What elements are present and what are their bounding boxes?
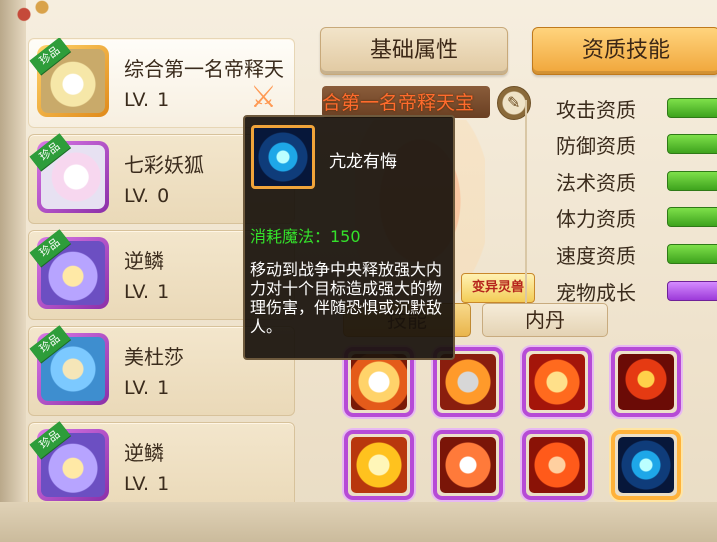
attribute-bar <box>667 281 717 301</box>
attribute-label: 攻击资质 <box>556 98 636 122</box>
pet-portrait: 珍品 <box>29 38 109 117</box>
attribute-bar <box>667 207 717 227</box>
attribute-label: 防御资质 <box>556 134 636 158</box>
corner-ornament <box>6 0 66 24</box>
dragon-gear-icon[interactable] <box>611 430 681 500</box>
battle-mark-icon: ⚔ <box>250 80 277 115</box>
pet-level: LV. 1 <box>124 281 170 303</box>
skill-description: 移动到战争中央释放强大内力对十个目标造成强大的物理伤害，伴随恐惧或沉默敌人。 <box>250 260 443 336</box>
attribute-bar <box>667 98 717 118</box>
attribute-row: 防御资质 <box>544 130 717 158</box>
attribute-label: 速度资质 <box>556 244 636 268</box>
attribute-label: 体力资质 <box>556 207 636 231</box>
feather-icon: ✎ <box>507 93 521 112</box>
pet-name: 综合第一名帝释天 <box>124 57 284 81</box>
attribute-bar <box>667 244 717 264</box>
attribute-label: 法术资质 <box>556 171 636 195</box>
attribute-label: 宠物成长 <box>556 281 636 305</box>
pet-level: LV. 1 <box>124 473 170 495</box>
skill-tooltip: 亢龙有悔 消耗魔法：150 移动到战争中央释放强大内力对十个目标造成强大的物理伤… <box>243 115 455 360</box>
pet-card[interactable]: 珍品 逆鳞 LV. 1 <box>28 421 295 508</box>
attribute-bar <box>667 171 717 191</box>
variant-tag: 变异灵兽 <box>461 273 535 303</box>
pet-level: LV. 1 <box>124 377 170 399</box>
pet-portrait: 珍品 <box>29 133 109 213</box>
skill-mana-cost: 消耗魔法：150 <box>250 227 361 246</box>
dragon-gear-icon <box>251 125 315 189</box>
pet-portrait: 珍品 <box>29 229 109 309</box>
left-frame <box>0 0 26 542</box>
attribute-row: 速度资质 <box>544 240 717 268</box>
bottom-bar <box>0 502 717 542</box>
divider <box>525 100 527 310</box>
tab-inner-core[interactable]: 内丹 <box>482 303 608 337</box>
pet-level: LV. 1 <box>124 89 170 111</box>
pet-portrait: 珍品 <box>29 421 109 501</box>
pet-portrait: 珍品 <box>29 325 109 405</box>
attribute-row: 体力资质 <box>544 203 717 231</box>
skill-name: 亢龙有悔 <box>329 152 397 172</box>
pet-name: 逆鳞 <box>124 441 164 465</box>
attribute-row: 宠物成长 <box>544 277 717 305</box>
pet-level: LV. 0 <box>124 185 170 207</box>
tab-aptitude-skills[interactable]: 资质技能 <box>532 27 717 75</box>
attribute-row: 法术资质 <box>544 167 717 195</box>
phoenix-flame-icon[interactable] <box>522 347 592 417</box>
fireball-icon[interactable] <box>522 430 592 500</box>
demon-face-icon[interactable] <box>611 347 681 417</box>
golden-shield-icon[interactable] <box>344 430 414 500</box>
attribute-bar <box>667 134 717 154</box>
sword-slash-icon[interactable] <box>433 430 503 500</box>
attribute-row: 攻击资质 <box>544 94 717 122</box>
current-pet-title: 合第一名帝释天宝 <box>322 92 475 114</box>
tab-basic-attributes[interactable]: 基础属性 <box>320 27 508 75</box>
